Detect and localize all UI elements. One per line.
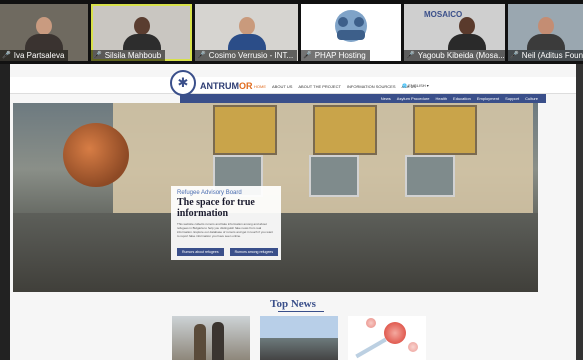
participant-name: PHAP Hosting [314,51,366,60]
participant-tile-4[interactable]: 🎤 PHAP Hosting [301,4,401,61]
participant-video [227,17,266,50]
share-scrollbar[interactable] [576,64,583,360]
category-asylum[interactable]: Asylum Procedure [397,96,430,101]
rumors-among-refugees-button[interactable]: Rumors among refugees [229,248,279,256]
hero-title: The space for true information [177,197,255,219]
hero-card: Refugee Advisory Board The space for tru… [171,186,281,260]
news-card[interactable] [260,316,338,360]
mic-icon: 🎤 [2,52,11,59]
top-news-heading: Top News [270,298,316,310]
rumors-about-refugees-button[interactable]: Rumors about refugees [177,248,224,256]
mic-muted-icon: 🎤 [197,52,206,59]
share-left-margin [0,64,10,360]
participant-tile-6[interactable]: 🎤 Neil (Aditus Foun... [508,4,583,61]
category-employment[interactable]: Employment [477,96,499,101]
category-health[interactable]: Health [435,96,447,101]
mic-icon: 🎤 [93,52,102,59]
mic-muted-icon: 🎤 [406,52,415,59]
participant-video [526,17,565,50]
menu-item-about-project[interactable]: ABOUT THE PROJECT [298,84,341,89]
news-card[interactable] [172,316,250,360]
category-news[interactable]: News [381,96,391,101]
basketball-image [63,123,129,187]
participant-name: Silsila Mahboub [104,51,162,60]
antrumor-logo-icon[interactable]: ✱ [170,70,196,96]
category-support[interactable]: Support [505,96,519,101]
hero-banner: Refugee Advisory Board The space for tru… [13,103,538,292]
language-selector[interactable]: 🌐 ENGLISH ▾ [402,83,429,88]
site-brand[interactable]: ANTRUMOR [200,81,253,91]
participant-video [25,17,63,50]
participant-video [122,17,161,50]
menu-item-home[interactable]: HOME [254,84,266,89]
heading-underline [278,311,324,312]
news-card[interactable] [348,316,426,360]
category-education[interactable]: Education [453,96,471,101]
main-menu: HOME ABOUT US ABOUT THE PROJECT INFORMAT… [254,84,416,89]
category-nav: News Asylum Procedure Health Education E… [180,94,546,103]
participant-tile-3[interactable]: 🎤 Cosimo Verrusio - INT... [195,4,298,61]
participant-tile-5[interactable]: MOSAICO 🎤 Yagoub Kibeida (Mosa... [404,4,505,61]
menu-item-about-us[interactable]: ABOUT US [272,84,292,89]
participant-name: Cosimo Verrusio - INT... [208,51,294,60]
hero-description: This website collects rumors and fake in… [177,222,273,238]
participant-name: Neil (Aditus Foun... [521,51,583,60]
participant-tile-2[interactable]: 🎤 Silsila Mahboub [91,4,192,61]
participant-name: Iva Partsaleva [13,51,65,60]
participant-video [447,17,486,50]
phap-logo-icon [335,10,367,42]
participant-strip: 🎤 Iva Partsaleva 🎤 Silsila Mahboub 🎤 Cosimo… [0,0,583,64]
participant-name: Yagoub Kibeida (Mosa... [417,51,505,60]
shared-screen-website: ✱ ANTRUMOR HOME ABOUT US ABOUT THE PROJE… [10,64,576,360]
category-culture[interactable]: Culture [525,96,538,101]
hero-tag: Refugee Advisory Board [177,190,242,196]
mic-muted-icon: 🎤 [303,52,312,59]
participant-tile-1[interactable]: 🎤 Iva Partsaleva [0,4,88,61]
mic-muted-icon: 🎤 [510,52,519,59]
menu-item-information-sources[interactable]: INFORMATION SOURCES [347,84,396,89]
